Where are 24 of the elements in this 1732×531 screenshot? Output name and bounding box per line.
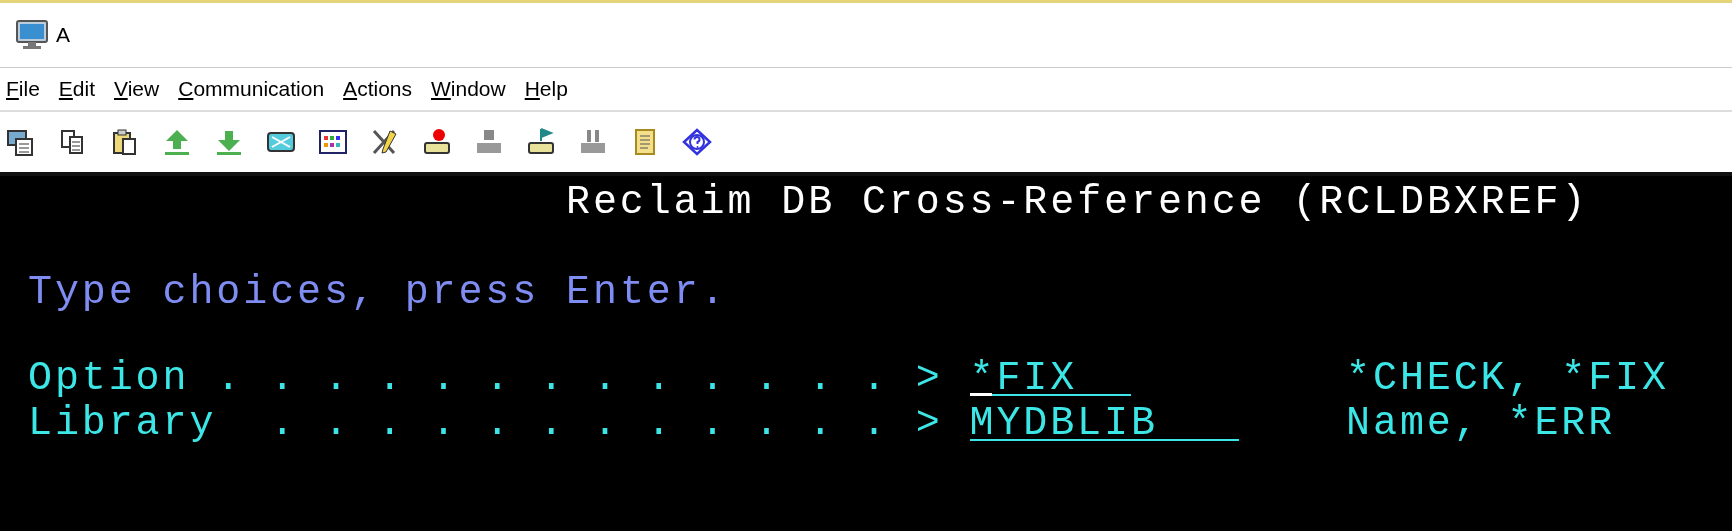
play-flag-icon[interactable]	[526, 127, 556, 157]
screen-title: Reclaim DB Cross-Reference (RCLDBXREF)	[566, 180, 1589, 225]
help-icon[interactable]	[682, 127, 712, 157]
prompt-label: Option . . . . . . . . . . . . . >	[28, 356, 944, 401]
instruction-text: Type choices, press Enter.	[28, 270, 728, 315]
menu-item[interactable]: Window	[431, 73, 506, 105]
menu-item[interactable]: File	[6, 73, 40, 105]
window-title: A	[56, 22, 70, 49]
menu-item[interactable]: Edit	[58, 73, 96, 105]
prompt-choices: *CHECK, *FIX	[1346, 356, 1669, 401]
monitor-icon	[16, 20, 48, 50]
cursor	[969, 393, 993, 396]
color-grid-icon[interactable]	[318, 127, 348, 157]
record-icon[interactable]	[422, 127, 452, 157]
menu-item[interactable]: Communication	[178, 73, 325, 105]
menu-item[interactable]: Actions	[343, 73, 412, 105]
prompt-label: Library . . . . . . . . . . . . >	[28, 401, 944, 446]
input-field[interactable]: MYDBLIB	[969, 401, 1239, 441]
send-screen-icon[interactable]	[6, 127, 36, 157]
menu-item[interactable]: View	[114, 73, 160, 105]
upload-icon[interactable]	[162, 127, 192, 157]
input-field[interactable]: *FIX	[969, 356, 1131, 396]
prompt-choices: Name, *ERR	[1346, 401, 1616, 446]
menu-item[interactable]: Help	[524, 73, 568, 105]
